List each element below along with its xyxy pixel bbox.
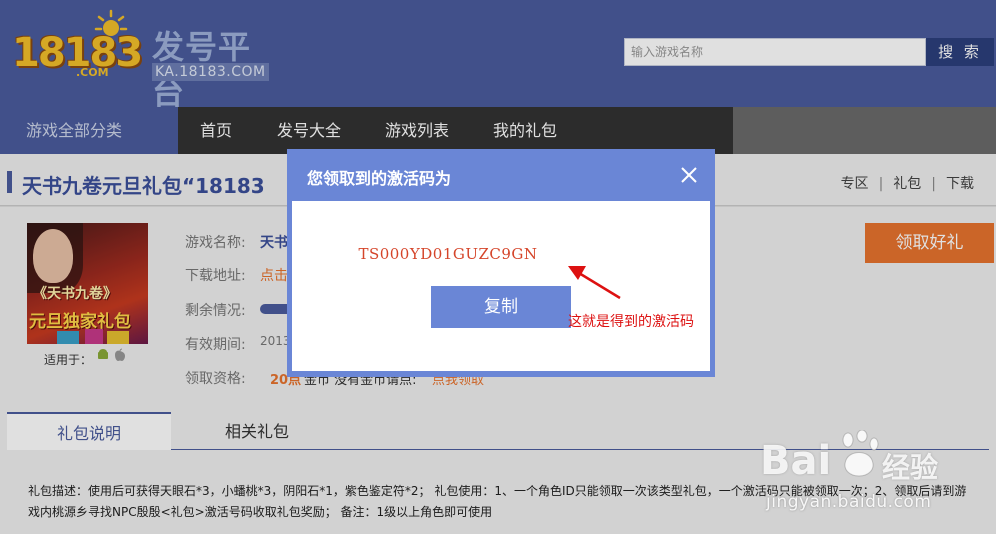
activation-code[interactable]: TS000YD01GUZC9GN [292, 245, 604, 263]
close-icon[interactable] [679, 165, 699, 185]
annotation-arrow-icon [568, 266, 621, 300]
baidu-watermark: Bai 经验 jingyan.baidu.com [760, 430, 990, 526]
modal-title: 您领取到的激活码为 [307, 169, 452, 188]
copy-button[interactable]: 复制 [431, 286, 571, 328]
activation-code-modal: 您领取到的激活码为 TS000YD01GUZC9GN 复制 [287, 149, 715, 377]
paw-icon [842, 430, 879, 477]
watermark-brand: Bai [760, 438, 832, 484]
watermark-url: jingyan.baidu.com [766, 492, 932, 512]
modal-body: TS000YD01GUZC9GN 复制 [292, 201, 710, 371]
annotation-text: 这就是得到的激活码 [568, 314, 694, 330]
watermark-brand-cn: 经验 [882, 451, 939, 484]
